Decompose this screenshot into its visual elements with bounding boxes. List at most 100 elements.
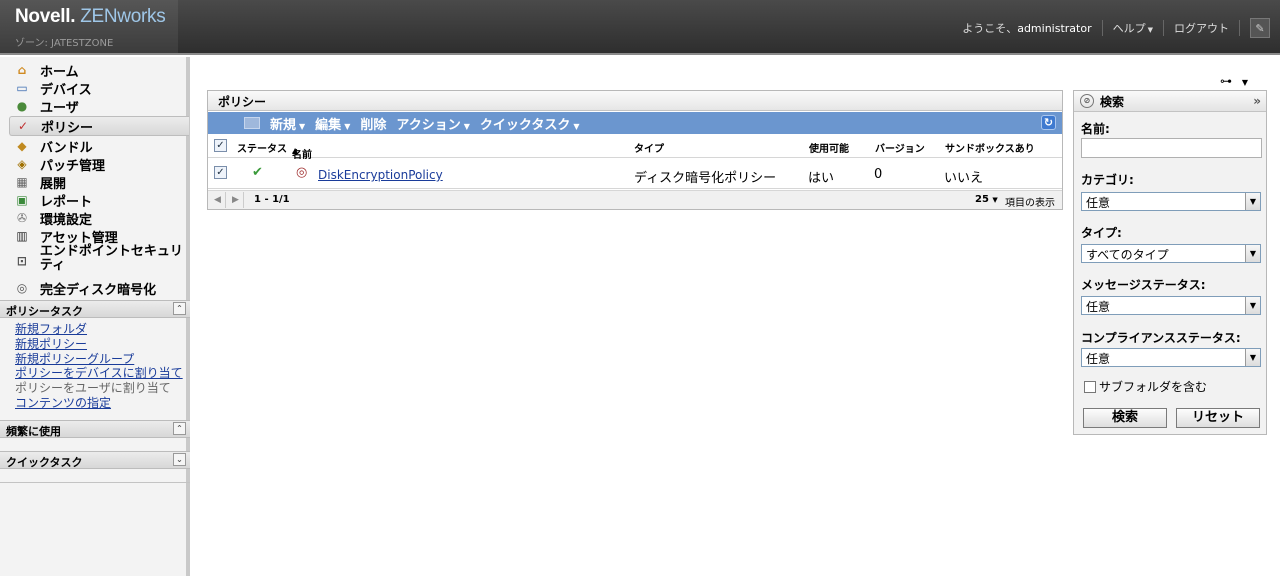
category-label: カテゴリ: xyxy=(1081,173,1134,187)
lock-icon: ⊡ xyxy=(16,254,27,268)
row-checkbox[interactable]: ✓ xyxy=(214,166,227,179)
compliance-status-select[interactable]: 任意 ▼ xyxy=(1081,348,1261,367)
action-menu[interactable]: アクション ▼ xyxy=(396,114,470,133)
nav-policies[interactable]: ✓ ポリシー xyxy=(9,116,189,136)
frequent-header[interactable]: 頻繁に使用 ⌃ xyxy=(0,420,190,438)
nav-label: ホーム xyxy=(40,64,79,80)
nav-label: パッチ管理 xyxy=(40,158,106,174)
home-icon: ⌂ xyxy=(17,63,27,77)
dropdown-arrow-icon[interactable]: ▼ xyxy=(1245,349,1260,366)
chevron-down-icon: ▼ xyxy=(992,196,998,204)
header-divider xyxy=(1239,20,1240,36)
nav-reports[interactable]: ▣ レポート xyxy=(14,191,93,210)
table-row[interactable]: ✓ ✔ ◎ DiskEncryptionPolicy ディスク暗号化ポリシー は… xyxy=(208,159,1062,189)
col-sandbox[interactable]: サンドボックスあり xyxy=(945,140,1035,155)
folder-up-icon[interactable] xyxy=(244,117,260,129)
policy-tasks-header[interactable]: ポリシータスク ⌃ xyxy=(0,300,190,318)
refresh-icon[interactable]: ↻ xyxy=(1041,115,1056,130)
message-status-label: メッセージステータス: xyxy=(1081,278,1206,292)
asset-icon: ▥ xyxy=(16,229,28,243)
nav-devices[interactable]: ▭ デバイス xyxy=(14,79,91,98)
sidebar: ⌂ ホーム ▭ デバイス ● ユーザ ✓ ポリシー ◆ バンドル ◈ パッチ管理 ▦ 展開 ▣… xyxy=(0,57,190,576)
nav-config[interactable]: ✇ 環境設定 xyxy=(14,209,93,228)
prev-page-icon[interactable]: ◀ xyxy=(210,192,226,208)
nav-assets[interactable]: ▥ アセット管理 xyxy=(14,227,118,246)
compliance-status-label: コンプライアンスステータス: xyxy=(1081,331,1241,345)
disk-encryption-policy-icon: ◎ xyxy=(296,165,308,180)
panel-title: 頻繁に使用 xyxy=(6,425,61,438)
include-subfolders[interactable]: サブフォルダを含む xyxy=(1084,378,1207,395)
type-label: タイプ: xyxy=(1081,226,1122,240)
policy-name-link[interactable]: DiskEncryptionPolicy xyxy=(318,168,443,182)
collapse-panel-icon[interactable]: » xyxy=(1253,94,1261,108)
col-type[interactable]: タイプ xyxy=(634,140,664,155)
deploy-icon: ▦ xyxy=(16,175,28,189)
nav-deploy[interactable]: ▦ 展開 xyxy=(14,173,67,192)
quick-task-menu[interactable]: クイックタスク ▼ xyxy=(480,114,580,133)
reset-button[interactable]: リセット xyxy=(1176,408,1260,428)
panel-title: クイックタスク xyxy=(6,456,83,469)
table-header: ✓ ステータス 名前 ▲ タイプ 使用可能 バージョン サンドボックスあり xyxy=(208,134,1062,161)
status-ok-icon: ✔ xyxy=(252,165,263,180)
type-select[interactable]: すべてのタイプ ▼ xyxy=(1081,244,1261,263)
nav-label: 環境設定 xyxy=(40,212,93,228)
nav-label: 展開 xyxy=(40,176,67,192)
col-status[interactable]: ステータス xyxy=(237,140,287,155)
divider xyxy=(0,482,190,483)
select-all-checkbox[interactable]: ✓ xyxy=(214,139,227,152)
nav-patch[interactable]: ◈ パッチ管理 xyxy=(14,155,106,174)
users-icon: ● xyxy=(16,99,28,113)
dropdown-arrow-icon[interactable]: ▼ xyxy=(1245,297,1260,314)
nav-disk-encryption[interactable]: ◎ 完全ディスク暗号化 xyxy=(14,279,156,298)
monitor-icon: ▭ xyxy=(16,81,28,95)
brand-novell: Novell. xyxy=(15,6,76,27)
select-value: 任意 xyxy=(1086,352,1111,366)
nav-label: アセット管理 xyxy=(40,230,118,246)
nav-bundles[interactable]: ◆ バンドル xyxy=(14,137,93,156)
dropdown-arrow-icon[interactable]: ▼ xyxy=(1245,193,1260,210)
search-icon: ⊘ xyxy=(1080,94,1094,108)
col-version[interactable]: バージョン xyxy=(875,140,925,155)
policy-type: ディスク暗号化ポリシー xyxy=(634,171,777,186)
chevron-down-icon: ▼ xyxy=(573,121,580,131)
dropdown-arrow-icon[interactable]: ▼ xyxy=(1245,245,1260,262)
message-status-select[interactable]: 任意 ▼ xyxy=(1081,296,1261,315)
quick-tasks-header[interactable]: クイックタスク ⌄ xyxy=(0,451,190,469)
nav-users[interactable]: ● ユーザ xyxy=(14,97,79,116)
chevron-down-icon: ▼ xyxy=(463,121,470,131)
nav-label: レポート xyxy=(40,194,93,210)
category-select[interactable]: 任意 ▼ xyxy=(1081,192,1261,211)
nav-endpoint-security[interactable]: ⊡ エンドポイントセキュリティ xyxy=(14,245,184,277)
nav-label: ポリシー xyxy=(41,120,94,136)
delete-button[interactable]: 削除 xyxy=(360,114,386,133)
collapse-icon[interactable]: ⌃ xyxy=(173,422,186,435)
logout-link[interactable]: ログアウト xyxy=(1174,20,1229,36)
toolbar-label: 新規 xyxy=(270,117,297,133)
collapse-icon[interactable]: ⌃ xyxy=(173,302,186,315)
name-input[interactable] xyxy=(1081,138,1262,158)
panel-title: ポリシー xyxy=(208,91,1062,111)
next-page-icon[interactable]: ▶ xyxy=(228,192,244,208)
page-size-label: 項目の表示 xyxy=(1005,198,1055,209)
toolbar-label: クイックタスク xyxy=(479,117,571,133)
subfolder-checkbox[interactable] xyxy=(1084,380,1096,393)
link-icon[interactable]: ⊶ ▼ xyxy=(1220,74,1248,88)
nav-home[interactable]: ⌂ ホーム xyxy=(14,61,79,80)
shield-icon: ◈ xyxy=(17,157,27,171)
page-size-select[interactable]: 25 ▼ xyxy=(975,194,998,205)
edit-menu[interactable]: 編集 ▼ xyxy=(315,114,350,133)
help-menu[interactable]: ヘルプ ▼ xyxy=(1113,20,1153,36)
new-menu[interactable]: 新規 ▼ xyxy=(270,114,305,133)
search-button[interactable]: 検索 xyxy=(1083,408,1167,428)
brand-logo[interactable]: Novell. ZENworks xyxy=(15,6,166,28)
tools-icon[interactable]: ✎ xyxy=(1250,18,1270,38)
expand-icon[interactable]: ⌄ xyxy=(173,453,186,466)
task-specify-content[interactable]: コンテンツの指定 xyxy=(15,394,111,411)
panel-title: ポリシータスク xyxy=(6,305,83,318)
nav-label: バンドル xyxy=(40,140,93,156)
header-divider xyxy=(1101,20,1103,36)
search-header: ⊘ 検索 » xyxy=(1074,91,1266,112)
col-enabled[interactable]: 使用可能 xyxy=(809,140,849,155)
policies-toolbar: 新規 ▼ 編集 ▼ 削除 アクション ▼ クイックタスク ▼ ↻ xyxy=(208,112,1062,134)
brand-zenworks: ZENworks xyxy=(80,6,166,27)
